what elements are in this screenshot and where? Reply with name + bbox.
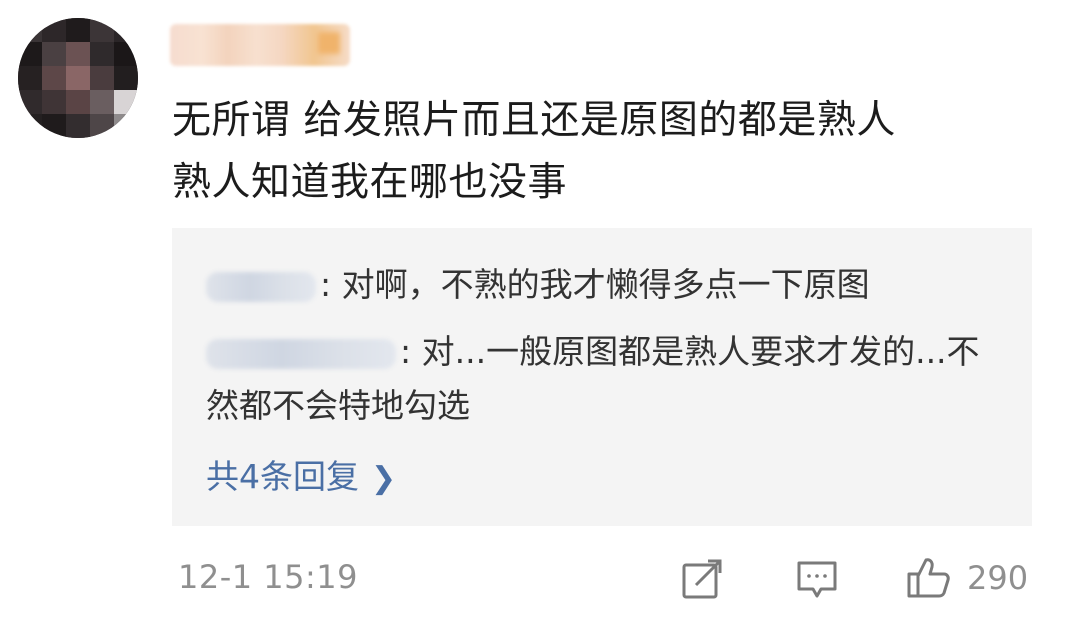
comment-timestamp: 12-1 15:19: [178, 558, 359, 596]
share-icon[interactable]: [678, 555, 726, 603]
avatar[interactable]: [18, 18, 138, 138]
chevron-right-icon: ❯: [371, 461, 397, 496]
comment-text: 无所谓 给发照片而且还是原图的都是熟人 熟人知道我在哪也没事: [172, 98, 896, 205]
reply-username-redacted[interactable]: [206, 338, 396, 369]
username-redacted[interactable]: [170, 24, 350, 66]
reply-item[interactable]: : 对...一般原图都是熟人要求才发的...不然都不会特地勾选: [206, 325, 996, 433]
reply-text: : 对啊，不熟的我才懒得多点一下原图: [320, 265, 870, 304]
reply-item[interactable]: : 对啊，不熟的我才懒得多点一下原图: [206, 258, 870, 312]
comment-icon[interactable]: [793, 555, 841, 603]
more-replies-link[interactable]: 共4条回复 ❯: [206, 450, 396, 506]
like-icon: [907, 558, 950, 598]
reply-box[interactable]: : 对啊，不熟的我才懒得多点一下原图 : 对...一般原图都是熟人要求才发的..…: [172, 228, 1032, 526]
like-count: 290: [967, 559, 1029, 597]
more-replies-label: 共4条回复: [206, 457, 359, 496]
reply-username-redacted[interactable]: [206, 271, 316, 302]
like-button[interactable]: 290: [905, 552, 1028, 604]
